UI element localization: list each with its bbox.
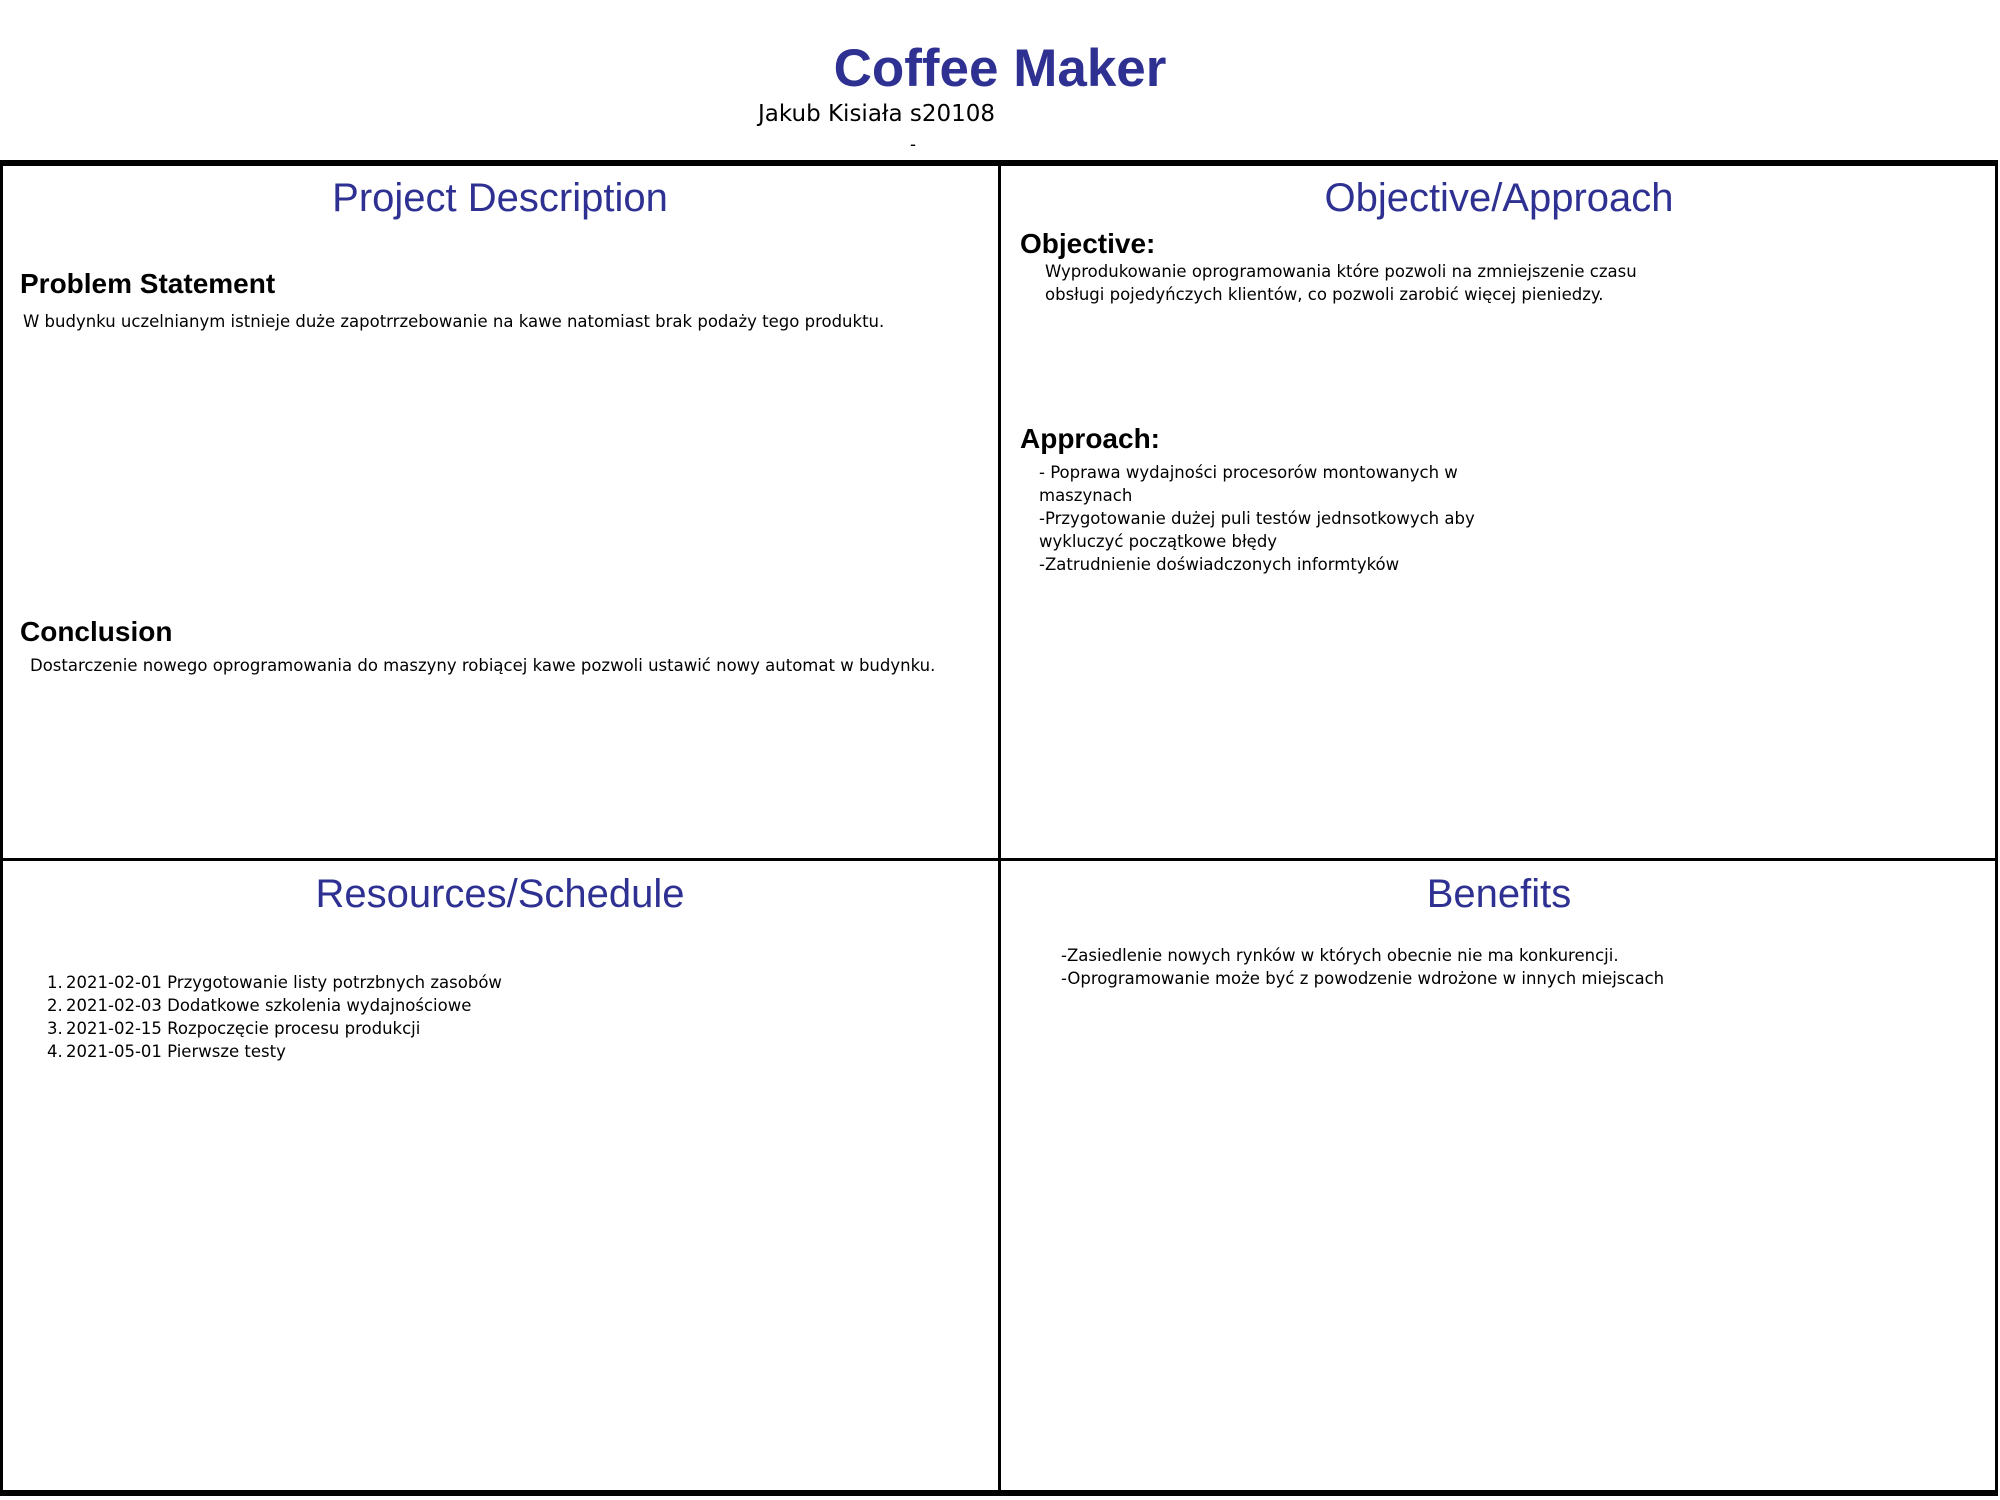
list-item: 2. 2021-02-03 Dodatkowe szkolenia wydajno… [47, 996, 472, 1015]
objective-approach-title: Objective/Approach [1324, 176, 1674, 220]
benefit-line: -Zasiedlenie nowych rynków w których obe… [1061, 946, 1619, 965]
approach-line: wykluczyć początkowe błędy [1039, 532, 1278, 551]
approach-line: -Przygotowanie dużej puli testów jednsot… [1039, 509, 1475, 528]
approach-heading: Approach: [1020, 423, 1160, 454]
project-description-title: Project Description [332, 176, 668, 220]
objective-line: obsługi pojedyńczych klientów, co pozwol… [1045, 285, 1604, 304]
problem-statement-text: W budynku uczelnianym istnieje duże zapo… [23, 312, 885, 331]
horizontal-divider [0, 858, 1998, 861]
problem-statement-heading: Problem Statement [20, 268, 276, 299]
objective-text: Wyprodukowanie oprogramowania które pozw… [1045, 260, 1637, 306]
author-line: Jakub Kisiała s20108 [758, 101, 996, 127]
page-title: Coffee Maker [833, 39, 1167, 98]
benefits-title: Benefits [1426, 872, 1572, 916]
conclusion-text: Dostarczenie nowego oprogramowania do ma… [30, 656, 936, 675]
list-item: 1. 2021-02-01 Przygotowanie listy potrzbn… [47, 973, 502, 992]
objective-line: Wyprodukowanie oprogramowania które pozw… [1045, 262, 1637, 281]
benefit-line: -Oprogramowanie może być z powodzenie wd… [1061, 969, 1665, 988]
conclusion-heading: Conclusion [20, 616, 173, 647]
list-item: 4. 2021-05-01 Pierwsze testy [47, 1042, 286, 1061]
approach-text: - Poprawa wydajności procesorów montowan… [1039, 461, 1475, 576]
approach-line: maszynach [1039, 486, 1133, 505]
approach-line: - Poprawa wydajności procesorów montowan… [1039, 463, 1458, 482]
vertical-divider [998, 160, 1001, 1494]
objective-heading: Objective: [1020, 228, 1156, 259]
schedule-list: 1. 2021-02-01 Przygotowanie listy potrzbn… [47, 971, 502, 1063]
benefits-text: -Zasiedlenie nowych rynków w których obe… [1061, 944, 1664, 990]
approach-line: -Zatrudnienie doświadczonych informtyków [1039, 555, 1400, 574]
list-item: 3. 2021-02-15 Rozpoczęcie procesu produkc… [47, 1019, 421, 1038]
resources-schedule-title: Resources/Schedule [315, 872, 685, 916]
header-mark: - [910, 134, 916, 154]
